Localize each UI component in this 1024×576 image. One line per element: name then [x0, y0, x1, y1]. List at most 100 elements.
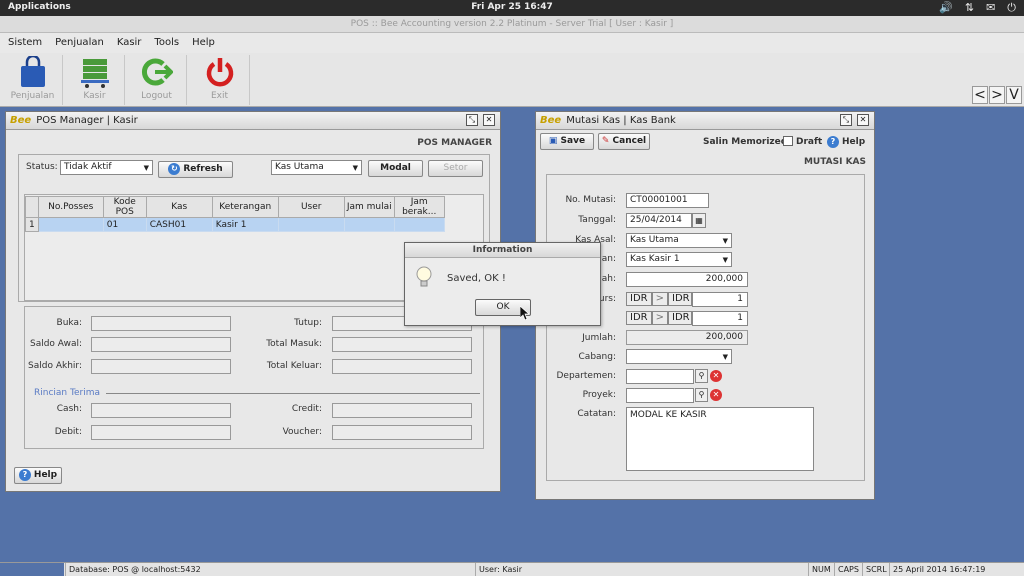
volume-icon[interactable]: 🔊 — [939, 1, 953, 15]
saldo-akhir-field[interactable] — [91, 359, 231, 374]
row-header-corner — [25, 196, 39, 218]
information-dialog: Information Saved, OK ! OK — [404, 242, 601, 326]
logout-button[interactable]: Logout — [127, 55, 187, 105]
help-link[interactable]: ? Help — [827, 136, 865, 148]
close-icon[interactable]: ✕ — [483, 114, 495, 126]
col-user[interactable]: User — [277, 196, 345, 218]
mail-icon[interactable]: ✉ — [986, 1, 995, 15]
setor-button[interactable]: Setor — [428, 160, 483, 177]
power-menu-icon[interactable]: ⏻ — [1007, 1, 1016, 15]
menu-bar: Sistem Penjualan Kasir Tools Help — [0, 33, 1024, 53]
penjualan-button[interactable]: Penjualan — [3, 55, 63, 105]
clear-icon[interactable]: ✕ — [710, 389, 722, 401]
system-tray: 🔊 ⇅ ✉ ⏻ — [939, 1, 1016, 15]
debit-field[interactable] — [91, 425, 231, 440]
caps-indicator: CAPS — [834, 563, 859, 576]
kurs-rate-field[interactable]: 1 — [692, 311, 748, 326]
credit-field[interactable] — [332, 403, 472, 418]
status-dropdown[interactable]: Tidak Aktif — [60, 160, 153, 175]
sessions-table: No.Posses Kode POS Kas Keterangan User J… — [25, 196, 445, 232]
cash-cart-icon — [78, 55, 112, 89]
menu-sistem[interactable]: Sistem — [8, 33, 42, 53]
database-status: Database: POS @ localhost:5432 — [65, 563, 201, 576]
jumlah-converted-field: 200,000 — [626, 330, 748, 345]
save-button[interactable]: ▣ Save — [540, 133, 594, 150]
help-button[interactable]: ? Help — [14, 467, 62, 484]
col-jam-berakhir[interactable]: Jam berak... — [393, 196, 445, 218]
window-title: POS :: Bee Accounting version 2.2 Platin… — [0, 16, 1024, 33]
kas-dropdown[interactable]: Kas Utama — [271, 160, 362, 175]
cabang-dropdown[interactable] — [626, 349, 732, 364]
no-mutasi-field[interactable]: CT00001001 — [626, 193, 709, 208]
kurs-arrow: > — [651, 292, 668, 306]
dialog-message: Saved, OK ! — [447, 273, 506, 284]
refresh-icon: ↻ — [168, 163, 181, 175]
clock[interactable]: Fri Apr 25 16:47 — [0, 2, 1024, 12]
kasir-button[interactable]: Kasir — [65, 55, 125, 105]
catatan-textarea[interactable]: MODAL KE KASIR — [626, 407, 814, 471]
restore-icon[interactable]: ⤡ — [840, 114, 852, 126]
total-keluar-field[interactable] — [332, 359, 472, 374]
cash-label: Cash: — [56, 404, 82, 414]
clear-icon[interactable]: ✕ — [710, 370, 722, 382]
status-label: Status: — [26, 162, 58, 172]
col-jam-mulai[interactable]: Jam mulai — [343, 196, 395, 218]
col-kode-pos[interactable]: Kode POS — [102, 196, 147, 218]
departemen-label: Departemen: — [556, 371, 616, 381]
saldo-awal-field[interactable] — [91, 337, 231, 352]
nav-next-button[interactable]: > — [989, 86, 1005, 104]
refresh-button[interactable]: ↻ Refresh — [158, 161, 233, 178]
modal-button[interactable]: Modal — [368, 160, 423, 177]
calendar-icon[interactable]: ▦ — [692, 213, 706, 228]
proyek-field[interactable] — [626, 388, 694, 403]
table-row[interactable]: 1 01 CASH01 Kasir 1 — [25, 217, 445, 232]
cancel-icon: ✎ — [601, 136, 613, 146]
menu-kasir[interactable]: Kasir — [117, 33, 142, 53]
menu-help[interactable]: Help — [192, 33, 215, 53]
rincian-label: Rincian Terima — [34, 388, 100, 398]
mutasi-kas-title: Mutasi Kas | Kas Bank — [566, 115, 676, 126]
departemen-field[interactable] — [626, 369, 694, 384]
help-icon: ? — [18, 469, 31, 481]
close-icon[interactable]: ✕ — [857, 114, 869, 126]
kas-tujuan-dropdown[interactable]: Kas Kasir 1 — [626, 252, 732, 267]
bee-logo: Bee — [10, 115, 32, 126]
mutasi-kas-titlebar[interactable]: Bee Mutasi Kas | Kas Bank ⤡ ✕ — [536, 112, 874, 130]
voucher-field[interactable] — [332, 425, 472, 440]
nav-prev-button[interactable]: < — [972, 86, 988, 104]
tanggal-field[interactable]: 25/04/2014 — [626, 213, 692, 228]
search-icon[interactable]: ⚲ — [695, 369, 708, 383]
saldo-awal-label: Saldo Awal: — [29, 339, 82, 349]
menu-tools[interactable]: Tools — [154, 33, 179, 53]
save-icon: ▣ — [548, 136, 561, 146]
kurs-to-currency: IDR — [668, 292, 692, 306]
shopping-bag-icon — [16, 55, 50, 89]
rincian-divider — [106, 393, 480, 394]
col-no-posses[interactable]: No.Posses — [37, 196, 104, 218]
kurs-from-currency: IDR — [626, 292, 652, 306]
jumlah-field[interactable]: 200,000 — [626, 272, 748, 287]
no-mutasi-label: No. Mutasi: — [565, 195, 616, 205]
dialog-title[interactable]: Information — [405, 243, 600, 258]
network-icon[interactable]: ⇅ — [965, 1, 974, 15]
restore-icon[interactable]: ⤡ — [466, 114, 478, 126]
salin-memorized-link[interactable]: Salin Memorized — [703, 137, 787, 147]
user-status: User: Kasir — [475, 563, 522, 576]
col-keterangan[interactable]: Keterangan — [211, 196, 279, 218]
cash-field[interactable] — [91, 403, 231, 418]
menu-penjualan[interactable]: Penjualan — [55, 33, 104, 53]
draft-checkbox[interactable] — [783, 136, 793, 146]
nav-menu-button[interactable]: V — [1006, 86, 1022, 104]
exit-button[interactable]: Exit — [190, 55, 250, 105]
kurs-rate-field[interactable]: 1 — [692, 292, 748, 307]
total-masuk-field[interactable] — [332, 337, 472, 352]
search-icon[interactable]: ⚲ — [695, 388, 708, 402]
voucher-label: Voucher: — [282, 427, 322, 437]
pos-manager-title: POS Manager | Kasir — [36, 115, 138, 126]
col-kas[interactable]: Kas — [145, 196, 213, 218]
buka-field[interactable] — [91, 316, 231, 331]
pos-manager-titlebar[interactable]: Bee POS Manager | Kasir ⤡ ✕ — [6, 112, 500, 130]
bee-logo: Bee — [540, 115, 562, 126]
cancel-button[interactable]: ✎ Cancel — [598, 133, 650, 150]
kas-asal-dropdown[interactable]: Kas Utama — [626, 233, 732, 248]
